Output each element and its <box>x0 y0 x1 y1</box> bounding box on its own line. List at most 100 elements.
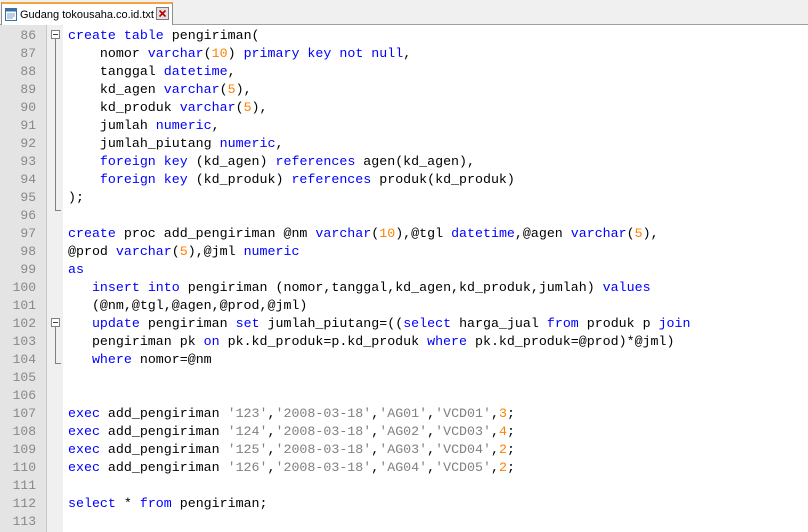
code-line[interactable]: 86 create table pengiriman( <box>0 27 808 45</box>
code-line[interactable]: 89 kd_agen varchar(5), <box>0 81 808 99</box>
code-token: ),@jml <box>187 244 244 259</box>
code-line[interactable]: 99 as <box>0 261 808 279</box>
code-line[interactable]: 87 nomor varchar(10) primary key not nul… <box>0 45 808 63</box>
code-token: add_pengiriman <box>99 406 228 421</box>
code-token: , <box>490 442 499 457</box>
code-token: kd_produk <box>68 100 180 115</box>
code-line[interactable]: 94 foreign key (kd_produk) references pr… <box>0 171 808 189</box>
code-text[interactable]: kd_produk varchar(5), <box>68 99 268 117</box>
code-line[interactable]: 100 insert into pengiriman (nomor,tangga… <box>0 279 808 297</box>
code-token: ), <box>235 82 252 97</box>
code-text[interactable]: jumlah numeric, <box>68 117 220 135</box>
code-line[interactable]: 106 <box>0 387 808 405</box>
code-token: 2 <box>498 460 507 475</box>
code-token: on <box>203 334 220 349</box>
close-icon[interactable] <box>156 7 169 20</box>
code-line[interactable]: 108 exec add_pengiriman '124', '2008-03-18… <box>0 423 808 441</box>
code-text[interactable]: @prod varchar(5),@jml numeric <box>68 243 299 261</box>
code-token: values <box>602 280 651 295</box>
code-token: proc add_pengiriman @nm <box>115 226 316 241</box>
code-text[interactable]: exec add_pengiriman '123','2008-03-18','… <box>68 405 515 423</box>
code-line[interactable]: 107 exec add_pengiriman '123', '2008-03-18… <box>0 405 808 423</box>
fold-toggle-icon[interactable] <box>51 318 60 327</box>
code-token: kd_agen <box>68 82 164 97</box>
code-token: pengiriman (nomor,tanggal,kd_agen,kd_pro… <box>179 280 603 295</box>
code-token: exec <box>68 406 100 421</box>
code-token: 10 <box>211 46 228 61</box>
code-token: varchar <box>115 244 172 259</box>
code-line[interactable]: 103 pengiriman pk on pk.kd_produk=p.kd_p… <box>0 333 808 351</box>
code-token: ) <box>227 46 244 61</box>
code-text[interactable]: nomor varchar(10) primary key not null, <box>68 45 411 63</box>
code-token: null <box>371 46 404 61</box>
code-token: from <box>139 496 172 511</box>
code-text[interactable]: (@nm,@tgl,@agen,@prod,@jml) <box>68 297 307 315</box>
code-text[interactable]: exec add_pengiriman '125','2008-03-18','… <box>68 441 515 459</box>
code-line[interactable]: 96 <box>0 207 808 225</box>
code-token: nomor <box>68 46 148 61</box>
code-token: @prod <box>68 244 116 259</box>
code-token: '124' <box>227 424 268 439</box>
code-text[interactable]: create table pengiriman( <box>68 27 260 45</box>
code-text[interactable]: select * from pengiriman; <box>68 495 268 513</box>
code-text[interactable]: foreign key (kd_produk) references produ… <box>68 171 515 189</box>
file-tab[interactable]: Gudang tokousaha.co.id.txt <box>1 2 173 25</box>
code-text[interactable]: pengiriman pk on pk.kd_produk=p.kd_produ… <box>68 333 675 351</box>
code-token: 'VCD01' <box>435 406 491 421</box>
code-line[interactable]: 90 kd_produk varchar(5), <box>0 99 808 117</box>
code-line[interactable]: 98 @prod varchar(5),@jml numeric <box>0 243 808 261</box>
code-line[interactable]: 113 <box>0 513 808 531</box>
code-text[interactable]: ); <box>68 189 84 207</box>
code-token: ; <box>506 406 515 421</box>
code-token: '123' <box>227 406 268 421</box>
code-line[interactable]: 93 foreign key (kd_agen) references agen… <box>0 153 808 171</box>
code-token: , <box>427 424 436 439</box>
code-text[interactable]: insert into pengiriman (nomor,tanggal,kd… <box>68 279 651 297</box>
code-text[interactable]: kd_agen varchar(5), <box>68 81 252 99</box>
code-token: 'AG03' <box>379 442 428 457</box>
code-token: produk p <box>578 316 659 331</box>
line-number: 111 <box>12 478 36 493</box>
code-token: ); <box>68 190 84 205</box>
code-token: key <box>163 154 188 169</box>
code-text[interactable]: exec add_pengiriman '126','2008-03-18','… <box>68 459 515 477</box>
fold-end-marker <box>55 210 61 211</box>
code-text[interactable]: tanggal datetime, <box>68 63 236 81</box>
code-token: foreign <box>99 154 156 169</box>
code-line[interactable]: 105 <box>0 369 808 387</box>
code-line[interactable]: 101 (@nm,@tgl,@agen,@prod,@jml) <box>0 297 808 315</box>
code-line[interactable]: 88 tanggal datetime, <box>0 63 808 81</box>
code-text[interactable]: update pengiriman set jumlah_piutang=((s… <box>68 315 691 333</box>
code-text[interactable]: create proc add_pengiriman @nm varchar(1… <box>68 225 659 243</box>
code-line[interactable]: 92 jumlah_piutang numeric, <box>0 135 808 153</box>
code-token: where <box>427 334 467 349</box>
code-text[interactable]: foreign key (kd_agen) references agen(kd… <box>68 153 475 171</box>
code-text[interactable]: as <box>68 261 84 279</box>
line-number: 88 <box>20 64 36 79</box>
code-line[interactable]: 91 jumlah numeric, <box>0 117 808 135</box>
code-line[interactable]: 97 create proc add_pengiriman @nm varchar… <box>0 225 808 243</box>
code-token: add_pengiriman <box>99 460 228 475</box>
tab-title: Gudang tokousaha.co.id.txt <box>20 8 154 21</box>
fold-toggle-icon[interactable] <box>51 30 60 39</box>
code-token: , <box>275 136 284 151</box>
code-line[interactable]: 110 exec add_pengiriman '126', '2008-03-18… <box>0 459 808 477</box>
code-token: varchar <box>315 226 372 241</box>
code-line[interactable]: 104 where nomor=@nm <box>0 351 808 369</box>
code-text[interactable]: jumlah_piutang numeric, <box>68 135 284 153</box>
code-editor[interactable]: 86 create table pengiriman(87 nomor varch… <box>0 25 808 532</box>
code-token: update <box>91 316 140 331</box>
code-line[interactable]: 112 select * from pengiriman; <box>0 495 808 513</box>
code-line[interactable]: 111 <box>0 477 808 495</box>
code-text[interactable]: where nomor=@nm <box>68 351 212 369</box>
code-text[interactable]: exec add_pengiriman '124','2008-03-18','… <box>68 423 515 441</box>
code-line[interactable]: 95); <box>0 189 808 207</box>
code-token: 5 <box>227 82 236 97</box>
line-number: 107 <box>12 406 36 421</box>
code-line[interactable]: 109 exec add_pengiriman '125', '2008-03-18… <box>0 441 808 459</box>
line-number: 97 <box>20 226 36 241</box>
code-token: * <box>115 496 140 511</box>
code-line[interactable]: 102 update pengiriman set jumlah_piutang… <box>0 315 808 333</box>
